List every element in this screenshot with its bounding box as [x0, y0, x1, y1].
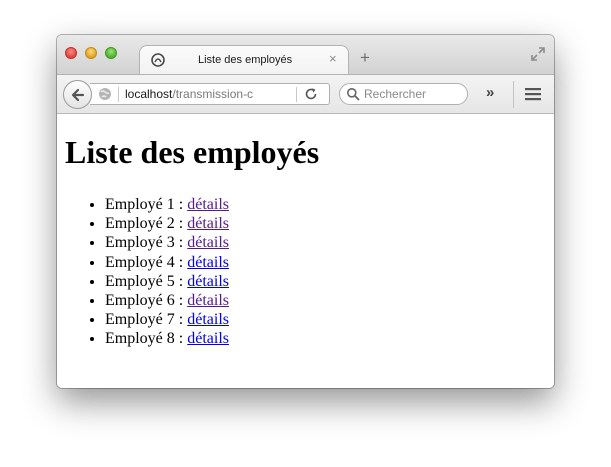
back-button[interactable] — [63, 80, 92, 109]
globe-icon — [99, 88, 111, 100]
back-arrow-icon — [71, 88, 85, 102]
toolbar-divider — [513, 81, 514, 108]
list-item: Employé 6 : détails — [105, 291, 229, 310]
list-item: Employé 2 : détails — [105, 214, 229, 233]
tab-title: Liste des employés — [198, 54, 293, 66]
close-window-button[interactable] — [65, 47, 77, 59]
list-item: Employé 3 : détails — [105, 233, 229, 252]
employee-label: Employé 2 : — [105, 215, 188, 233]
page-content: Liste des employés Employé 1 : détails E… — [57, 114, 554, 388]
navigation-toolbar: localhost/transmission-c » — [57, 74, 554, 114]
details-link[interactable]: détails — [187, 215, 229, 232]
search-input[interactable] — [339, 83, 468, 105]
url-host: localhost — [125, 87, 173, 101]
tab-close-icon[interactable]: × — [329, 52, 337, 66]
url-bar[interactable]: localhost/transmission-c — [90, 83, 330, 105]
favicon-icon — [151, 53, 165, 67]
title-bar: Liste des employés × + — [57, 35, 554, 75]
list-item: Employé 1 : détails — [105, 195, 229, 214]
overflow-chevron-icon[interactable]: » — [486, 84, 494, 102]
hamburger-menu-icon[interactable] — [525, 87, 541, 101]
list-item: Employé 5 : détails — [105, 272, 229, 291]
url-separator — [118, 87, 119, 102]
url-path: /transmission-c — [172, 87, 254, 101]
fullscreen-icon[interactable] — [531, 47, 545, 61]
employee-label: Employé 5 : — [105, 272, 188, 290]
employee-label: Employé 3 : — [105, 234, 188, 252]
tab-active[interactable]: Liste des employés × — [139, 45, 349, 75]
url-text[interactable]: localhost/transmission-c — [125, 87, 295, 101]
list-item: Employé 4 : détails — [105, 253, 229, 272]
new-tab-button[interactable]: + — [360, 49, 370, 66]
minimize-window-button[interactable] — [85, 47, 97, 59]
employee-list: Employé 1 : détails Employé 2 : détails … — [65, 195, 229, 349]
employee-label: Employé 6 : — [105, 292, 188, 310]
employee-label: Employé 1 : — [105, 196, 188, 213]
details-link[interactable]: détails — [187, 254, 229, 271]
browser-window: Liste des employés × + localhost/transmi… — [57, 35, 554, 388]
url-separator-right — [296, 87, 297, 102]
employee-label: Employé 4 : — [105, 253, 188, 271]
details-link[interactable]: détails — [187, 292, 229, 309]
list-item: Employé 7 : détails — [105, 310, 229, 329]
list-item: Employé 8 : détails — [105, 329, 229, 348]
details-link[interactable]: détails — [187, 330, 229, 347]
details-link[interactable]: détails — [187, 234, 229, 251]
details-link[interactable]: détails — [187, 311, 229, 328]
details-link[interactable]: détails — [187, 273, 229, 290]
employee-label: Employé 8 : — [105, 330, 188, 348]
zoom-window-button[interactable] — [105, 47, 117, 59]
page-title: Liste des employés — [65, 134, 320, 170]
details-link[interactable]: détails — [187, 196, 229, 213]
reload-icon[interactable] — [304, 87, 318, 101]
employee-label: Employé 7 : — [105, 311, 188, 329]
